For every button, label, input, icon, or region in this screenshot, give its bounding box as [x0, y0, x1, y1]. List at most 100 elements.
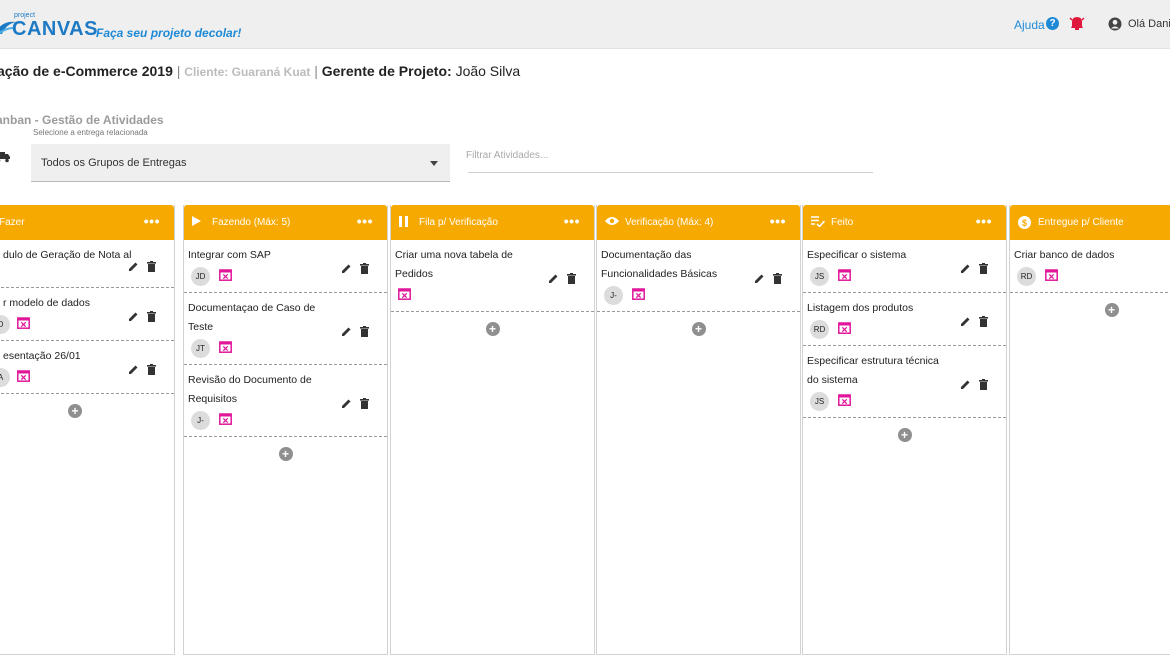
due-date-icon[interactable] [1045, 268, 1058, 286]
delete-icon[interactable] [360, 396, 369, 414]
user-greeting[interactable]: Olá Dani [1128, 18, 1170, 30]
delete-icon[interactable] [979, 377, 988, 395]
avatar[interactable]: J- [604, 286, 623, 305]
task-card[interactable]: Especificar o sistemaJS [803, 240, 1006, 293]
due-date-icon[interactable] [398, 287, 411, 305]
due-date-icon[interactable] [838, 268, 851, 286]
task-card[interactable]: Criar uma nova tabela de Pedidos [391, 240, 594, 312]
column-header: Fazendo (Máx: 5)••• [184, 205, 387, 240]
task-meta: JS [807, 392, 1000, 412]
task-card[interactable]: Criar banco de dados RD [1010, 240, 1170, 293]
column-title: Fila p/ Verificação [419, 217, 498, 228]
kanban-column: Fazer••• dulo de Geração de Nota al r mode… [0, 205, 175, 655]
add-task-button[interactable]: + [68, 404, 82, 418]
delete-icon[interactable] [773, 271, 782, 289]
edit-icon[interactable] [960, 261, 971, 279]
alarm-icon[interactable] [1069, 14, 1085, 32]
task-meta: JS [807, 267, 1000, 287]
column-menu-icon[interactable]: ••• [357, 213, 373, 229]
avatar[interactable]: JD [191, 267, 210, 286]
delete-icon[interactable] [360, 261, 369, 279]
task-title: Integrar com SAP [188, 246, 333, 265]
edit-icon[interactable] [341, 324, 352, 342]
delete-icon[interactable] [979, 314, 988, 332]
project-header: ação de e-Commerce 2019 | Cliente: Guara… [0, 63, 520, 79]
edit-icon[interactable] [960, 314, 971, 332]
column-menu-icon[interactable]: ••• [144, 213, 160, 229]
task-card[interactable]: Documentaçao de Caso de Teste JT [184, 293, 387, 365]
due-date-icon[interactable] [219, 340, 232, 358]
task-meta [395, 286, 588, 306]
avatar[interactable]: JS [810, 392, 829, 411]
manager-name: João Silva [456, 63, 521, 79]
edit-icon[interactable] [754, 271, 765, 289]
task-title: Documentaçao de Caso de Teste [188, 299, 333, 337]
column-title: Entregue p/ Cliente [1038, 217, 1124, 228]
help-link[interactable]: Ajuda [1014, 18, 1045, 32]
delivery-select-hint: Selecione a entrega relacionada [33, 128, 148, 137]
delete-icon[interactable] [979, 261, 988, 279]
delivery-group-select[interactable]: Todos os Grupos de Entregas [31, 144, 450, 182]
user-icon[interactable] [1108, 17, 1122, 31]
avatar[interactable]: JS [810, 267, 829, 286]
project-name: ação de e-Commerce 2019 [0, 63, 173, 79]
delete-icon[interactable] [147, 259, 156, 277]
task-meta: RD [807, 320, 1000, 340]
task-card[interactable]: Documentação das Funcionalidades Básicas… [597, 240, 800, 312]
avatar[interactable]: J- [191, 411, 210, 430]
svg-text:$: $ [1022, 218, 1027, 228]
task-card[interactable]: Listagem dos produtosRD [803, 293, 1006, 346]
delete-icon[interactable] [147, 309, 156, 327]
task-title: dulo de Geração de Nota al [3, 246, 148, 265]
due-date-icon[interactable] [838, 321, 851, 339]
column-menu-icon[interactable]: ••• [564, 213, 580, 229]
edit-icon[interactable] [341, 261, 352, 279]
edit-icon[interactable] [960, 377, 971, 395]
due-date-icon[interactable] [632, 287, 645, 305]
add-task-button[interactable]: + [279, 447, 293, 461]
task-card[interactable]: r modelo de dadosD [0, 288, 174, 341]
add-task-button[interactable]: + [898, 428, 912, 442]
due-date-icon[interactable] [17, 316, 30, 334]
avatar[interactable]: A [0, 368, 10, 387]
task-card[interactable]: dulo de Geração de Nota al [0, 240, 174, 288]
column-header: Fila p/ Verificação ••• [391, 205, 594, 240]
avatar[interactable]: JT [191, 339, 210, 358]
delete-icon[interactable] [360, 324, 369, 342]
column-menu-icon[interactable]: ••• [770, 213, 786, 229]
task-meta: JT [188, 339, 381, 359]
edit-icon[interactable] [128, 362, 139, 380]
task-card[interactable]: esentação 26/01A [0, 341, 174, 394]
eye-icon [605, 216, 619, 229]
delivery-group-selected: Todos os Grupos de Entregas [41, 157, 187, 169]
kanban-column: $Entregue p/ Cliente•••Criar banco de da… [1009, 205, 1170, 655]
due-date-icon[interactable] [17, 369, 30, 387]
separator: | [314, 63, 318, 79]
help-icon[interactable]: ? [1046, 17, 1059, 30]
task-title: Criar banco de dados [1014, 246, 1159, 265]
add-task-button[interactable]: + [692, 322, 706, 336]
due-date-icon[interactable] [219, 412, 232, 430]
column-header: Fazer••• [0, 205, 174, 240]
edit-icon[interactable] [128, 259, 139, 277]
edit-icon[interactable] [341, 396, 352, 414]
avatar[interactable]: RD [1017, 267, 1036, 286]
due-date-icon[interactable] [219, 268, 232, 286]
filter-activities-input[interactable] [464, 149, 863, 162]
edit-icon[interactable] [548, 271, 559, 289]
task-title: Criar uma nova tabela de Pedidos [395, 246, 540, 284]
avatar[interactable]: D [0, 315, 10, 334]
task-meta: JD [188, 267, 381, 287]
delete-icon[interactable] [567, 271, 576, 289]
task-card[interactable]: Revisão do Documento de RequisitosJ- [184, 365, 387, 437]
avatar[interactable]: RD [810, 320, 829, 339]
project-client: Cliente: Guaraná Kuat [184, 65, 310, 79]
due-date-icon[interactable] [838, 393, 851, 411]
add-task-button[interactable]: + [1105, 303, 1119, 317]
task-card[interactable]: Especificar estrutura técnica do sistema… [803, 346, 1006, 418]
add-task-button[interactable]: + [486, 322, 500, 336]
edit-icon[interactable] [128, 309, 139, 327]
task-card[interactable]: Integrar com SAP JD [184, 240, 387, 293]
column-menu-icon[interactable]: ••• [976, 213, 992, 229]
delete-icon[interactable] [147, 362, 156, 380]
